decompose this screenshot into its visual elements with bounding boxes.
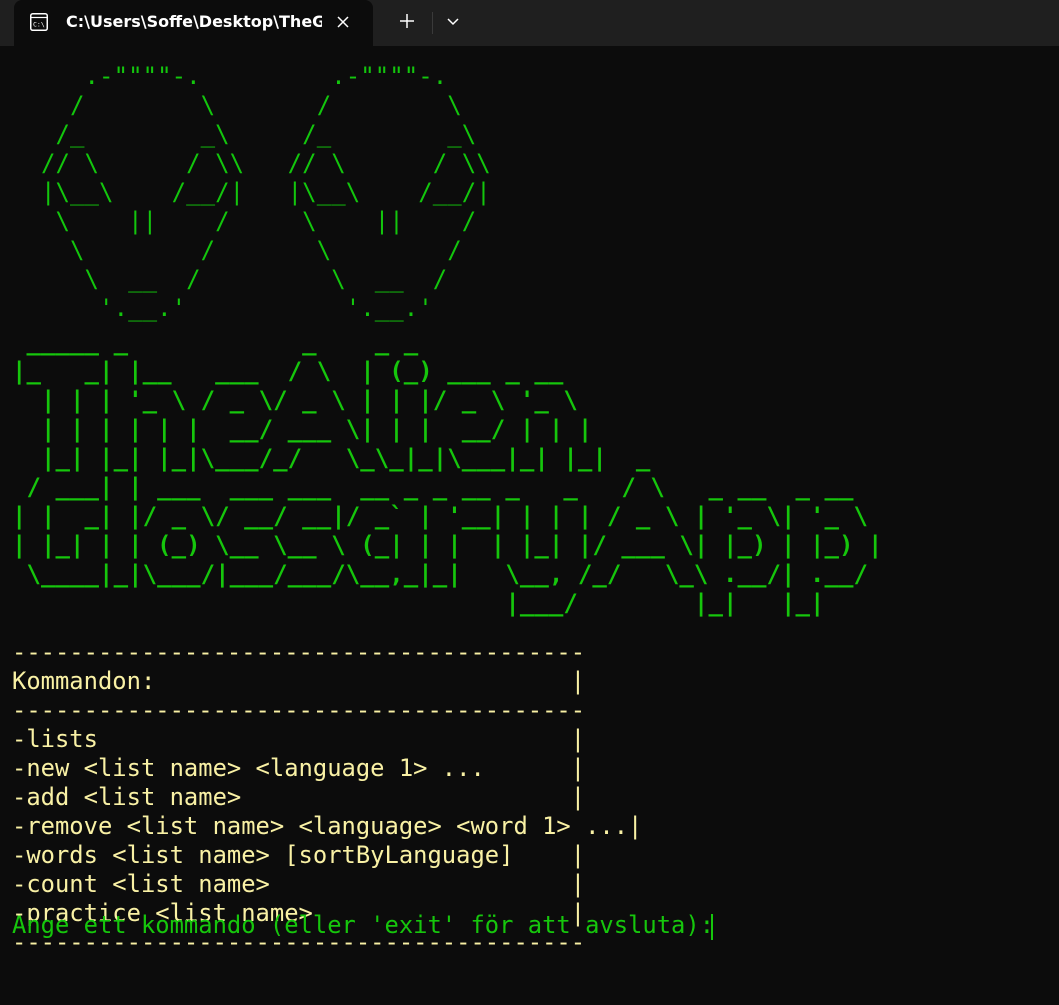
alien-ascii-art: .-""""-. .-""""-. / \ / \ /_ _\ /_ _\ //… — [41, 62, 491, 322]
terminal-window: C:\ C:\Users\Soffe\Desktop\TheG .-""""-.… — [0, 0, 1059, 1005]
menu-line: -words <list name> [sortByLanguage] | — [12, 841, 586, 869]
tab-title: C:\Users\Soffe\Desktop\TheG — [66, 12, 322, 31]
menu-line: -lists | — [12, 725, 586, 753]
menu-line: -count <list name> | — [12, 870, 586, 898]
dropdown-button[interactable] — [438, 8, 468, 38]
close-icon[interactable] — [332, 11, 354, 33]
menu-line: ---------------------------------------- — [12, 696, 586, 724]
menu-line: -new <list name> <language 1> ... | — [12, 754, 586, 782]
title-ascii-banner: _____ _ _ _ _ |_ _| |__ ___ / \ | (_) __… — [12, 328, 883, 617]
command-prompt[interactable]: Ange ett kommando (eller 'exit' för att … — [12, 911, 728, 940]
console-output[interactable]: .-""""-. .-""""-. / \ / \ /_ _\ /_ _\ //… — [0, 46, 1059, 1005]
menu-line: Kommandon: | — [12, 667, 586, 695]
tab-separator — [432, 12, 433, 34]
menu-line: -add <list name> | — [12, 783, 586, 811]
svg-text:C:\: C:\ — [33, 21, 45, 29]
text-cursor — [711, 914, 713, 940]
title-bar: C:\ C:\Users\Soffe\Desktop\TheG — [0, 0, 1059, 46]
plus-icon — [399, 13, 415, 34]
menu-line: -remove <list name> <language> <word 1> … — [12, 812, 643, 840]
chevron-down-icon — [446, 14, 460, 32]
command-menu: ----------------------------------------… — [12, 638, 642, 957]
tab-terminal[interactable]: C:\ C:\Users\Soffe\Desktop\TheG — [14, 0, 373, 46]
new-tab-button[interactable] — [390, 8, 424, 38]
menu-line: ---------------------------------------- — [12, 638, 586, 666]
terminal-icon: C:\ — [30, 13, 48, 31]
